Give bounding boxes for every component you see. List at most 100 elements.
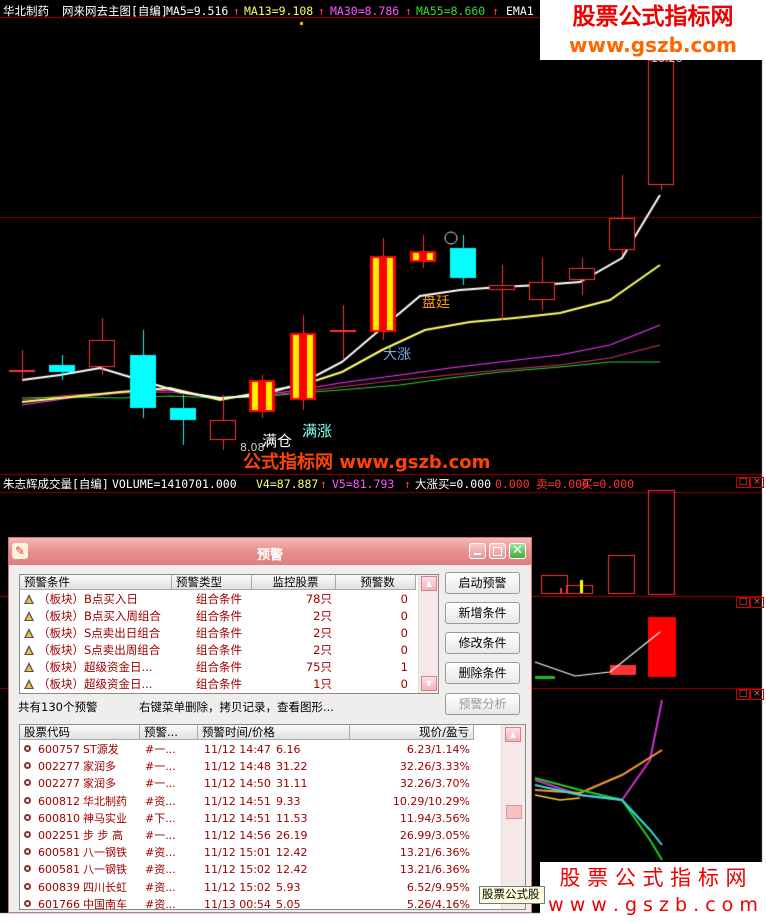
- condition-row[interactable]: （板块）超级资金日... 组合条件 75只 1: [20, 659, 418, 676]
- alert-row[interactable]: 600839 四川长虹 #资... 11/12 15:02 5.93 6.52/9.95%: [20, 879, 500, 896]
- alert-row[interactable]: 600581 八一钢铁 #资... 11/12 15:02 12.42 13.21/6.3…: [20, 861, 500, 878]
- consolidate-label: 盘廷: [422, 295, 450, 311]
- alert-code: 002277: [38, 760, 80, 774]
- tooltip: 股票公式股: [479, 886, 545, 904]
- alert-sun-icon: [24, 779, 31, 787]
- col-header-time-price[interactable]: 预警时间/价格: [198, 725, 350, 740]
- pane3-max-button[interactable]: □: [736, 689, 750, 700]
- condition-name: （板块）超级资金日...: [38, 660, 153, 674]
- condition-row[interactable]: （板块）B点买入周组合 组合条件 2只 0: [20, 608, 418, 625]
- alerts-scrollbar[interactable]: ▲: [501, 725, 525, 909]
- alert-condition: #资...: [145, 863, 176, 877]
- condition-row[interactable]: （板块）超级资金日... 组合条件 1只 0: [20, 676, 418, 693]
- alert-time: 11/12 14:50: [204, 777, 271, 791]
- conditions-scroll-down-icon[interactable]: ▼: [421, 676, 437, 691]
- alerts-scroll-up-icon[interactable]: ▲: [505, 727, 521, 742]
- alert-condition: #一...: [145, 760, 176, 774]
- conditions-scrollbar[interactable]: ▲ ▼: [418, 575, 438, 693]
- alert-code: 600757: [38, 743, 80, 756]
- col-header-alert[interactable]: 预警...: [140, 725, 198, 740]
- start-alert-button[interactable]: 启动预警: [445, 572, 520, 594]
- alert-row[interactable]: 002251 步 步 高 #一... 11/12 14:56 26.19 26.99/3.…: [20, 827, 500, 844]
- alert-sun-icon: [24, 882, 31, 890]
- add-condition-button[interactable]: 新增条件: [445, 602, 520, 624]
- alert-stock-name: 中国南车: [83, 897, 127, 910]
- col-header-code[interactable]: 股票代码: [20, 725, 140, 740]
- col-header-stocks[interactable]: 监控股票: [252, 575, 336, 590]
- pane2-close-button[interactable]: ×: [750, 597, 764, 608]
- alert-code: 002251: [38, 829, 80, 842]
- alert-row[interactable]: 600810 神马实业 #下... 11/12 14:51 11.53 11.94/3.5…: [20, 810, 500, 827]
- condition-row[interactable]: （板块）B点买入日 组合条件 78只 0: [20, 591, 418, 608]
- alert-price: 31.11: [276, 777, 308, 791]
- triggered-alerts-list[interactable]: 股票代码 预警... 预警时间/价格 现价/盈亏 600757 ST源发 #一...…: [19, 724, 526, 910]
- alert-condition: #资...: [145, 846, 176, 860]
- minimize-icon[interactable]: [469, 543, 486, 559]
- edit-condition-button[interactable]: 修改条件: [445, 632, 520, 654]
- alert-price: 5.93: [276, 880, 301, 894]
- col-header-count[interactable]: 预警数: [336, 575, 416, 590]
- maximize-icon[interactable]: [489, 543, 506, 559]
- main-indicator-name[interactable]: 网来网去主图[自编]: [62, 4, 168, 18]
- alert-conditions-list[interactable]: 预警条件 预警类型 监控股票 预警数 （板块）B点买入日 组合条件 78只 0 （板块）…: [19, 574, 439, 694]
- alert-row[interactable]: 002277 家润多 #一... 11/12 14:50 31.11 32.26/3.70…: [20, 775, 500, 792]
- alert-pnl: 32.26/3.70%: [399, 777, 470, 791]
- alert-sun-icon: [24, 762, 31, 770]
- alert-pnl: 32.26/3.33%: [399, 760, 470, 774]
- alert-time: 11/12 14:51: [204, 794, 271, 808]
- alert-time: 11/12 14:56: [204, 829, 271, 842]
- alert-condition: #一...: [145, 829, 176, 842]
- col-header-type[interactable]: 预警类型: [172, 575, 252, 590]
- alert-price: 12.42: [276, 863, 308, 877]
- volume-pane-close-button[interactable]: ×: [750, 477, 764, 488]
- alert-analysis-button[interactable]: 预警分析: [445, 693, 520, 715]
- warning-icon: [24, 628, 34, 638]
- alert-stock-name: 八一钢铁: [83, 863, 127, 877]
- condition-row[interactable]: （板块）S点卖出周组合 组合条件 2只 0: [20, 642, 418, 659]
- close-icon[interactable]: ✕: [509, 543, 526, 559]
- limit-up-label: 满涨: [302, 422, 333, 440]
- alerts-scroll-thumb[interactable]: [506, 805, 522, 819]
- ma30-readout: MA30=8.786: [330, 4, 400, 18]
- alert-row[interactable]: 600757 ST源发 #一... 11/12 14:47 6.16 6.23/1.14%: [20, 741, 500, 758]
- alert-dialog[interactable]: ✎ 预警 ✕ 预警条件 预警类型 监控股票 预警数 （板块）B点买入日 组合条件 7…: [8, 537, 532, 913]
- alert-code: 600810: [38, 811, 80, 825]
- alert-sun-icon: [24, 745, 31, 752]
- conditions-scroll-up-icon[interactable]: ▲: [421, 576, 437, 591]
- condition-row[interactable]: （板块）S点卖出日组合 组合条件 2只 0: [20, 625, 418, 642]
- pane2-max-button[interactable]: □: [736, 597, 750, 608]
- alert-price: 6.16: [276, 743, 301, 756]
- alert-pnl: 26.99/3.05%: [399, 829, 470, 842]
- alert-row[interactable]: 600812 华北制药 #资... 11/12 14:51 9.33 10.29/10.2…: [20, 793, 500, 810]
- alert-sun-icon: [24, 813, 31, 821]
- ma30-arrow-icon: ↑: [405, 4, 412, 18]
- dialog-title: 预警: [256, 548, 283, 563]
- alert-sun-icon: [24, 865, 31, 873]
- alert-sun-icon: [24, 899, 31, 907]
- condition-type: 组合条件: [196, 626, 242, 640]
- alert-stock-name: ST源发: [83, 743, 119, 756]
- watermark-bottom-line2: w w w . g s z b . c o m: [548, 894, 758, 916]
- alert-row[interactable]: 002277 家润多 #一... 11/12 14:48 31.22 32.26/3.33…: [20, 758, 500, 775]
- alert-pnl: 6.52/9.95%: [406, 880, 470, 894]
- condition-stocks: 75只: [305, 660, 332, 674]
- alert-price: 26.19: [276, 829, 308, 842]
- alert-row[interactable]: 600581 八一钢铁 #资... 11/12 15:01 12.42 13.21/6.3…: [20, 844, 500, 861]
- watermark-bottom-line1: 股 票 公 式 指 标 网: [559, 866, 747, 890]
- ma55-arrow-icon: ↑: [492, 4, 499, 18]
- alert-dialog-titlebar[interactable]: ✎ 预警 ✕: [9, 538, 531, 565]
- alert-code: 002277: [38, 777, 80, 791]
- delete-condition-button[interactable]: 删除条件: [445, 662, 520, 684]
- volume-indicator-name[interactable]: 朱志辉成交量[自编]: [3, 477, 109, 491]
- col-header-pnl[interactable]: 现价/盈亏: [350, 725, 474, 740]
- bigrise-value2-readout: 0.000: [495, 477, 530, 491]
- pane3-close-button[interactable]: ×: [750, 689, 764, 700]
- condition-stocks: 78只: [305, 592, 332, 606]
- alert-count-summary: 共有130个预警: [18, 700, 98, 714]
- volume-pane-max-button[interactable]: □: [736, 477, 750, 488]
- col-header-condition[interactable]: 预警条件: [20, 575, 172, 590]
- condition-stocks: 2只: [313, 643, 332, 657]
- alert-pnl: 11.94/3.56%: [399, 811, 470, 825]
- alert-row[interactable]: 601766 中国南车 #资... 11/13 00:54 5.05 5.26/4.16%: [20, 896, 500, 910]
- condition-type: 组合条件: [196, 643, 242, 657]
